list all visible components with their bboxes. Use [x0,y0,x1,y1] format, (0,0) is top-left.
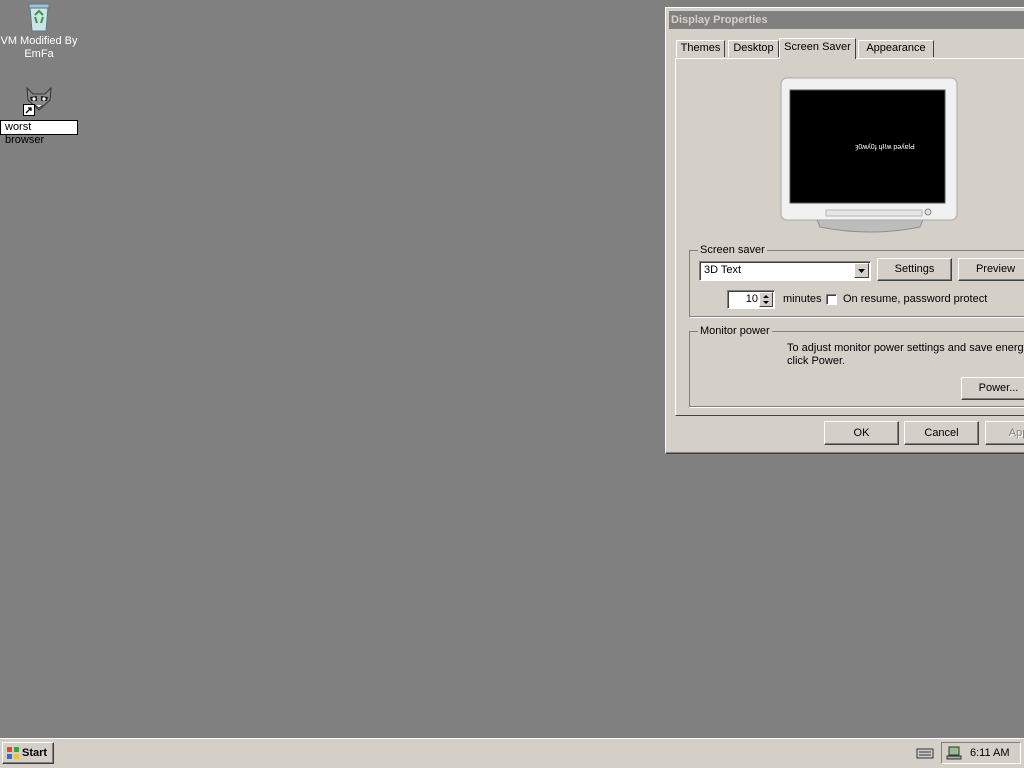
energy-star-icon [700,346,734,380]
wait-minutes-value: 10 [745,293,758,305]
desktop-icon-recycle-bin[interactable]: VM Modified By EmFa [0,0,78,61]
windows-logo-icon [7,747,19,759]
tab-screen-saver[interactable]: Screen Saver [779,38,856,59]
screensaver-select[interactable]: 3D Text [699,261,871,281]
taskbar: Start 6:11 AM [0,738,1024,768]
start-button[interactable]: Start [2,742,54,764]
settings-button[interactable]: Settings [877,258,952,281]
screensaver-select-value: 3D Text [704,264,742,276]
password-protect-checkbox[interactable] [826,294,837,305]
chevron-down-icon[interactable] [854,263,869,278]
spinner-arrows-icon[interactable] [759,292,773,307]
password-protect-label[interactable]: On resume, password protect [843,293,987,305]
system-tray: 6:11 AM [941,742,1021,764]
icon-rename-input[interactable]: worst browser [0,120,78,146]
wait-minutes-spinner[interactable]: 10 [727,290,775,309]
clock[interactable]: 6:11 AM [970,747,1010,759]
power-button[interactable]: Power... [961,377,1024,400]
screensaver-preview-text: ȝ0ʍʎ0ɟ ɥʇ!ʍ pǝʎɐlԀ [855,144,915,151]
power-description-line2: click Power. [787,355,846,367]
desktop-icon-worst-browser[interactable] [0,84,78,114]
recycle-bin-label: VM Modified By EmFa [0,35,78,60]
monitor-power-group-label: Monitor power [698,324,772,338]
screensaver-group-label: Screen saver [698,243,767,257]
display-properties-dialog: Display Properties Themes Desktop Screen… [665,7,1024,454]
dialog-title[interactable]: Display Properties [669,11,1024,29]
power-description-line1: To adjust monitor power settings and sav… [787,342,1024,354]
monitor-preview: ȝ0ʍʎ0ɟ ɥʇ!ʍ pǝʎɐlԀ [780,77,958,233]
tab-appearance[interactable]: Appearance [858,40,934,57]
apply-button[interactable]: Apply [985,421,1024,445]
tab-themes[interactable]: Themes [676,40,725,57]
minutes-label: minutes [783,293,822,305]
shortcut-arrow-icon [23,104,35,116]
start-label: Start [22,747,48,759]
preview-button[interactable]: Preview [958,258,1024,281]
recycle-bin-icon [28,3,50,32]
cancel-button[interactable]: Cancel [904,421,979,445]
network-icon[interactable] [946,745,962,764]
ok-button[interactable]: OK [824,421,899,445]
tab-desktop[interactable]: Desktop [728,40,779,57]
keyboard-icon[interactable] [916,747,934,762]
